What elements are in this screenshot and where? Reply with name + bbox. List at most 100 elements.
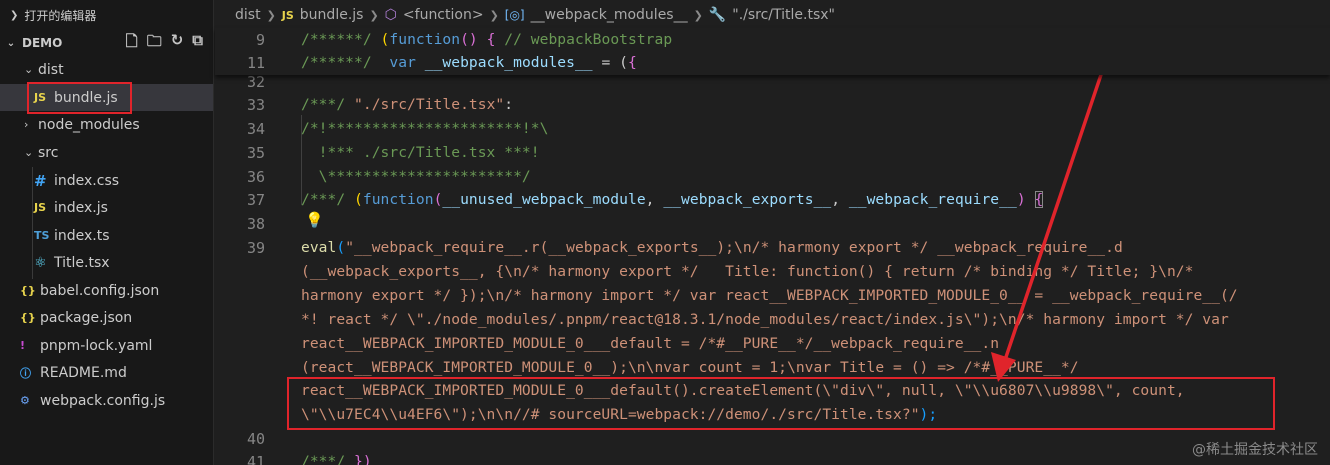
tree-folder-src[interactable]: ⌄ src (0, 139, 213, 166)
line-number: 33 (246, 96, 265, 114)
chevron-right-icon: › (24, 118, 29, 131)
code-token: = ( (592, 54, 628, 71)
tree-item-label: Title.tsx (54, 254, 110, 271)
breadcrumb-function[interactable]: <function> (403, 7, 484, 23)
line-number: 40 (246, 430, 265, 448)
code-token: // webpackBootstrap (504, 31, 673, 48)
code-token: "./src/Title.tsx" (354, 96, 505, 113)
line-number: 39 (246, 239, 265, 257)
project-name: DEMO (22, 36, 63, 50)
chevron-right-icon: ❯ (10, 9, 19, 21)
code-line: /*!**********************!*\ (301, 120, 549, 137)
tree-item-label: pnpm-lock.yaml (40, 337, 153, 354)
code-token: ( (354, 191, 363, 208)
tree-item-label: dist (38, 61, 64, 78)
open-editors-header[interactable]: ❯ 打开的编辑器 (0, 0, 213, 30)
code-token: /***/ (301, 191, 346, 208)
code-token: ) (1016, 191, 1026, 208)
line-number: 41 (246, 453, 265, 465)
tree-item-label: babel.config.json (40, 282, 160, 299)
chevron-right-icon: ❯ (693, 8, 703, 22)
tree-file-package-json[interactable]: {} package.json (0, 304, 213, 331)
javascript-file-icon: JS (281, 8, 294, 22)
breadcrumb-entry[interactable]: "./src/Title.tsx" (732, 7, 835, 23)
code-token: var (389, 54, 416, 71)
breadcrumb-modules[interactable]: __webpack_modules__ (531, 7, 688, 23)
tree-file-babel-config[interactable]: {} babel.config.json (0, 277, 213, 304)
code-editor[interactable]: dist ❯ JS bundle.js ❯ ⬡ <function> ❯ [◎]… (215, 0, 1330, 465)
tree-item-label: src (38, 144, 59, 161)
code-token: __webpack_exports__ (663, 191, 832, 208)
code-line: /***/ (function(__unused_webpack_module,… (301, 191, 1044, 208)
new-folder-icon[interactable]: 🗀 (147, 31, 162, 56)
info-file-icon: ⓘ (20, 366, 31, 380)
code-wrap-line: react__WEBPACK_IMPORTED_MODULE_0___defau… (301, 335, 1000, 352)
tree-file-title-tsx[interactable]: ⚛ Title.tsx (0, 249, 213, 276)
tree-item-label: node_modules (38, 116, 140, 133)
line-number: 32 (246, 73, 265, 91)
open-editors-label: 打开的编辑器 (24, 8, 97, 23)
sticky-scroll-header[interactable]: 9 /******/ (function() { // webpackBoots… (215, 28, 1330, 75)
line-number: 37 (246, 191, 265, 209)
new-file-icon[interactable]: 🗋 (126, 31, 138, 56)
code-token: __unused_webpack_module (442, 191, 646, 208)
code-token: { (1034, 191, 1044, 208)
tree-file-index-ts[interactable]: TS index.ts (0, 222, 213, 249)
array-bracket-icon: [◎] (504, 8, 525, 22)
tree-item-label: webpack.config.js (40, 392, 166, 409)
explorer-sidebar: ❯ 打开的编辑器 ⌄ DEMO 🗋 🗀 ↻ ⧉ ⌄ dist JS bundle… (0, 0, 214, 465)
code-line: /***/ "./src/Title.tsx": (301, 96, 513, 113)
code-token: function (389, 31, 461, 48)
code-line: /******/ (function() { // webpackBootstr… (301, 31, 672, 48)
annotation-box-code (287, 377, 1275, 430)
chevron-down-icon: ⌄ (24, 63, 34, 76)
line-number: 11 (246, 54, 265, 72)
code-wrap-line: (react__WEBPACK_IMPORTED_MODULE_0__);\n\… (301, 359, 1079, 376)
annotation-box-bundle (27, 82, 132, 114)
tree-item-label: index.js (54, 199, 108, 216)
lightbulb-icon[interactable]: 💡 (305, 211, 324, 229)
tree-item-label: index.css (54, 172, 120, 189)
chevron-right-icon: ❯ (266, 8, 276, 22)
code-token: /***/ (301, 453, 346, 465)
line-number: 34 (246, 120, 265, 138)
code-token: ( (336, 239, 346, 256)
refresh-icon[interactable]: ↻ (171, 31, 184, 56)
tree-item-label: README.md (40, 364, 127, 381)
react-file-icon: ⚛ (34, 254, 47, 271)
tree-item-label: index.ts (54, 227, 110, 244)
css-file-icon: # (34, 171, 47, 190)
tree-item-label: package.json (40, 309, 133, 326)
code-line: \**********************/ (301, 168, 531, 185)
yaml-file-icon: ! (20, 339, 26, 352)
code-token: function (362, 191, 434, 208)
webpack-config-icon: ⚙ (20, 394, 30, 407)
watermark: @稀土掘金技术社区 (1192, 442, 1318, 458)
code-token: /***/ (301, 96, 346, 113)
tree-folder-node-modules[interactable]: › node_modules (0, 111, 213, 138)
typescript-file-icon: TS (34, 229, 50, 242)
tree-file-index-css[interactable]: # index.css (0, 167, 213, 194)
tree-file-index-js[interactable]: JS index.js (0, 194, 213, 221)
function-cube-icon: ⬡ (384, 7, 397, 23)
chevron-right-icon: ❯ (489, 8, 499, 22)
collapse-all-icon[interactable]: ⧉ (192, 31, 203, 56)
json-file-icon: {} (20, 284, 36, 297)
tree-file-readme[interactable]: ⓘ README.md (0, 359, 213, 386)
tree-folder-dist[interactable]: ⌄ dist (0, 56, 213, 83)
tree-file-webpack-config[interactable]: ⚙ webpack.config.js (0, 387, 213, 414)
tree-file-pnpm-lock[interactable]: ! pnpm-lock.yaml (0, 332, 213, 359)
code-token: { (628, 54, 637, 71)
project-root-header[interactable]: ⌄ DEMO 🗋 🗀 ↻ ⧉ (0, 30, 213, 56)
chevron-right-icon: ❯ (369, 8, 379, 22)
code-token: /******/ (301, 31, 372, 48)
code-line: /***/ }) (301, 453, 372, 465)
code-token: eval (301, 239, 337, 256)
breadcrumb-file[interactable]: bundle.js (300, 7, 364, 23)
line-number: 35 (246, 144, 265, 162)
code-line: eval("__webpack_require__.r(__webpack_ex… (301, 239, 1123, 256)
code-token: __webpack_modules__ (424, 54, 593, 71)
line-number: 9 (255, 31, 265, 49)
breadcrumb-folder[interactable]: dist (235, 7, 261, 23)
code-token: }) (354, 453, 372, 465)
